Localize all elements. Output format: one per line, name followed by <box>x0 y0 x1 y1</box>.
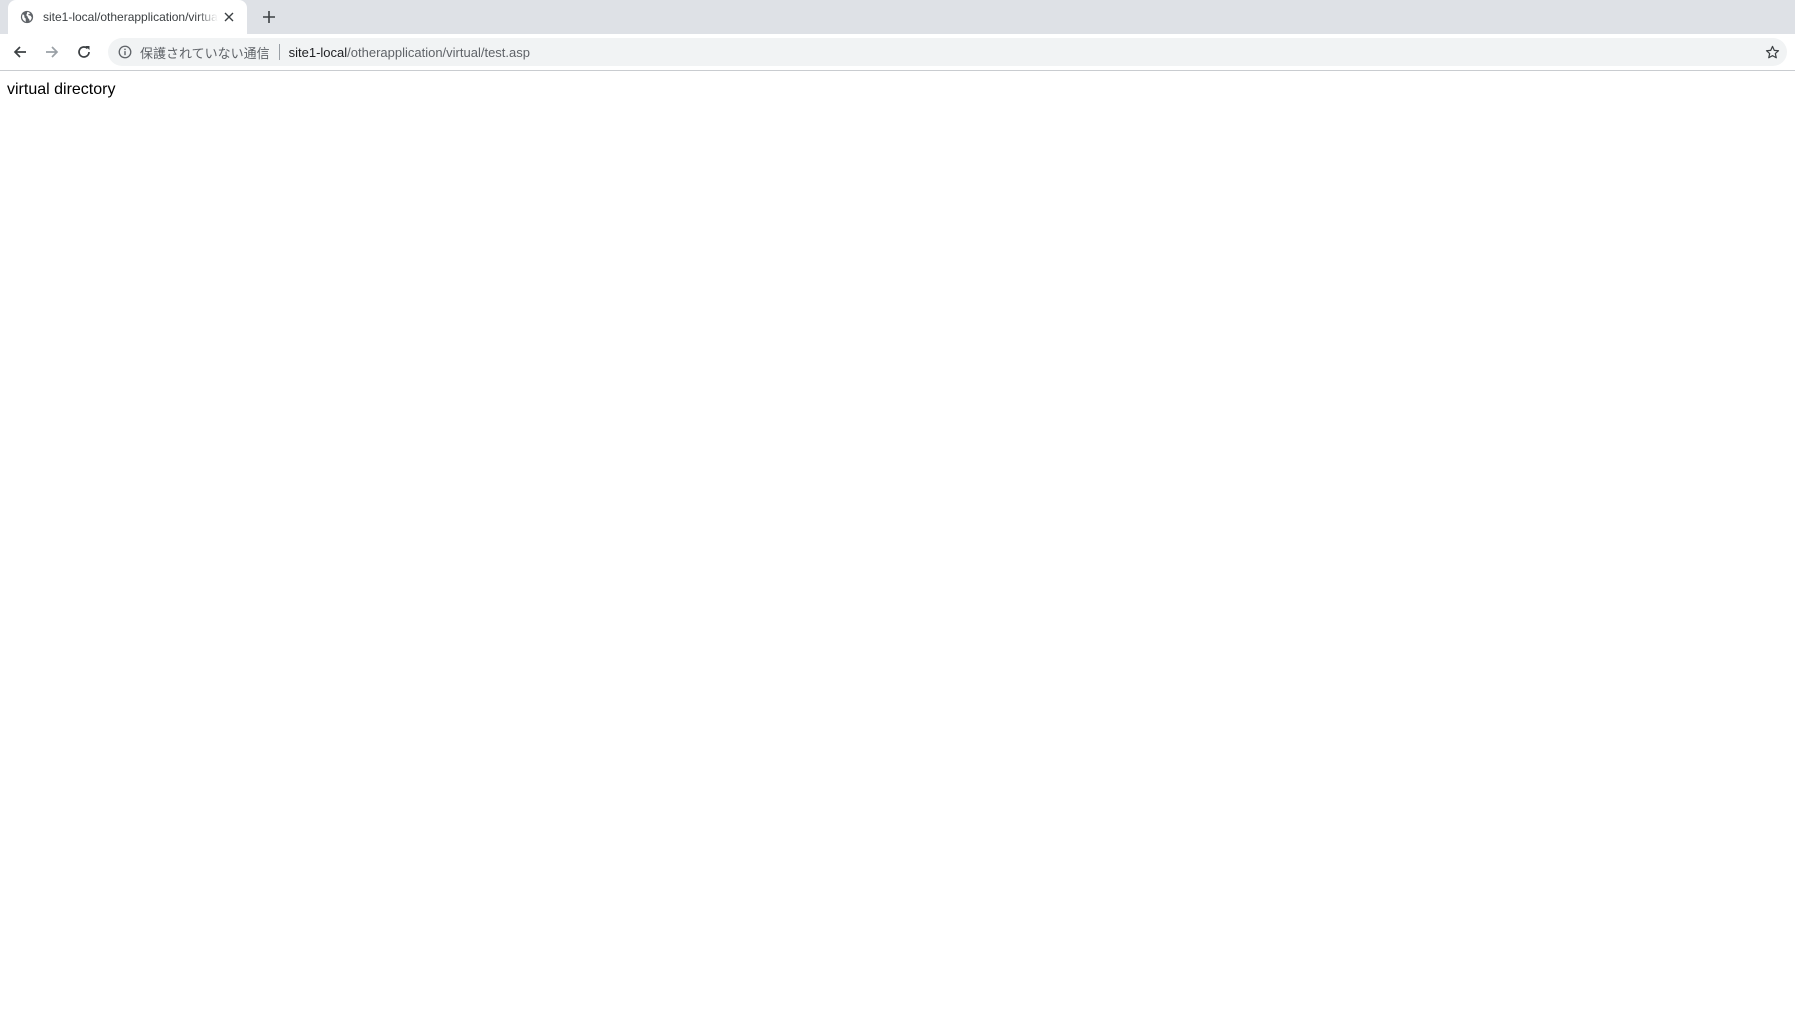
plus-icon <box>262 10 276 24</box>
browser-toolbar: 保護されていない通信 site1-local/otherapplication/… <box>0 34 1795 71</box>
security-status-text[interactable]: 保護されていない通信 <box>140 43 270 62</box>
reload-button[interactable] <box>74 42 94 62</box>
omnibox-separator <box>278 44 280 60</box>
forward-button[interactable] <box>42 42 62 62</box>
star-icon[interactable] <box>1763 43 1781 61</box>
back-button[interactable] <box>10 42 30 62</box>
arrow-right-icon <box>44 44 60 60</box>
url-host: site1-local <box>288 44 348 60</box>
arrow-left-icon <box>12 44 28 60</box>
close-icon[interactable] <box>221 9 237 25</box>
tab-title: site1-local/otherapplication/virtual/tes… <box>43 10 218 24</box>
new-tab-button[interactable] <box>258 6 280 28</box>
globe-icon <box>19 9 35 25</box>
url-path: /otherapplication/virtual/test.asp <box>347 44 530 60</box>
page-body-text: virtual directory <box>7 81 116 98</box>
url-text[interactable]: site1-local/otherapplication/virtual/tes… <box>289 45 530 60</box>
browser-window: site1-local/otherapplication/virtual/tes… <box>0 0 1795 1015</box>
reload-icon <box>76 44 92 60</box>
tab-strip: site1-local/otherapplication/virtual/tes… <box>0 0 1795 34</box>
info-icon[interactable] <box>117 44 133 60</box>
tab-active[interactable]: site1-local/otherapplication/virtual/tes… <box>8 0 247 34</box>
address-bar[interactable]: 保護されていない通信 site1-local/otherapplication/… <box>108 38 1787 66</box>
page-content: virtual directory <box>0 71 1795 109</box>
